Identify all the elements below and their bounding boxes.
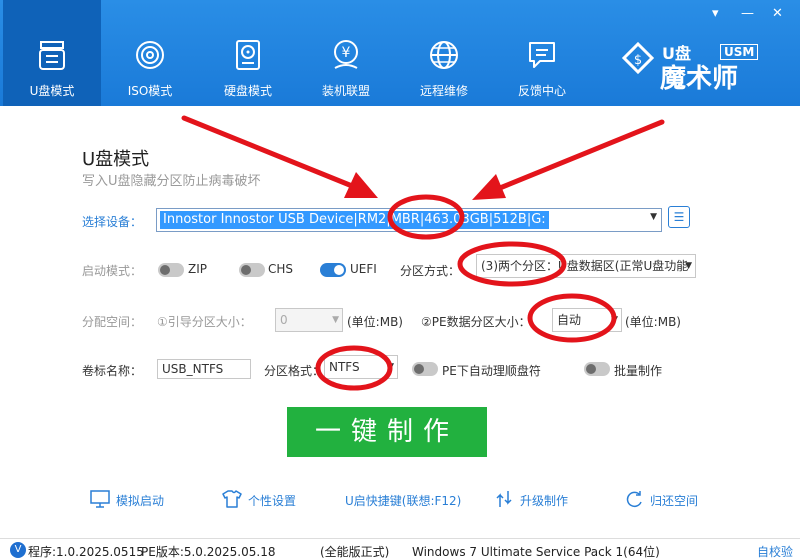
- restore-icon: [624, 489, 644, 512]
- device-label: 选择设备：: [82, 215, 143, 229]
- logo-main: 魔术师: [660, 64, 739, 94]
- close-button[interactable]: ✕: [772, 6, 783, 21]
- annotation-arrowhead-left: [344, 172, 378, 198]
- alloc-label: 分配空间：: [82, 315, 143, 329]
- self-verify-link[interactable]: 自校验: [757, 543, 793, 560]
- svg-text:$: $: [634, 53, 642, 68]
- tool-label: 归还空间: [650, 493, 699, 508]
- volume-label: 卷标名称：: [82, 364, 143, 378]
- device-value: Innostor Innostor USB Device|RM2|MBR|463…: [160, 211, 549, 229]
- header-bar: ▾ — ✕ U盘模式 ISO模式 硬盘模式 ¥ 装机联盟 远程维修 反馈中心 $…: [0, 0, 800, 106]
- nav-label: 远程维修: [419, 84, 468, 98]
- partition-method-value: (3)两个分区：U盘数据区(正常U盘功能: [481, 259, 689, 273]
- nav-label: U盘模式: [29, 84, 75, 98]
- nav-label: 硬盘模式: [223, 84, 272, 98]
- hard-disk-icon: [231, 38, 265, 72]
- one-click-make-button[interactable]: 一键制作: [287, 407, 487, 457]
- boot-mode-label: 启动模式：: [82, 264, 143, 278]
- boot-size-label: ①引导分区大小：: [157, 315, 252, 329]
- nav-label: ISO模式: [127, 84, 173, 98]
- pe-size-select[interactable]: 自动 ▼: [552, 308, 622, 332]
- globe-icon: [427, 38, 461, 72]
- device-select[interactable]: Innostor Innostor USB Device|RM2|MBR|463…: [156, 208, 662, 232]
- tool-label: 模拟启动: [116, 493, 165, 508]
- edition-label: (全能版正式): [320, 545, 390, 559]
- unit-label: (单位:MB): [625, 315, 681, 329]
- nav-label: 装机联盟: [321, 84, 370, 98]
- batch-toggle[interactable]: [584, 362, 610, 376]
- tool-boot-hotkey[interactable]: U启快捷键(联想:F12): [345, 488, 461, 512]
- tool-restore-space[interactable]: 归还空间: [624, 488, 698, 512]
- page-title: U盘模式: [82, 149, 150, 170]
- annotation-arrowhead-right: [472, 174, 506, 200]
- page-subtitle: 写入U盘隐藏分区防止病毒破坏: [82, 174, 261, 189]
- partition-method-label: 分区方式：: [400, 264, 461, 278]
- nav-remote[interactable]: 远程维修: [395, 0, 493, 106]
- list-icon: ☰: [673, 210, 685, 224]
- chat-icon: [525, 38, 559, 72]
- pe-version: PE版本:5.0.2025.05.18: [141, 545, 276, 559]
- tool-label: 升级制作: [520, 493, 569, 508]
- nav-union[interactable]: ¥ 装机联盟: [297, 0, 395, 106]
- nav-feedback[interactable]: 反馈中心: [493, 0, 591, 106]
- boot-size-value: 0: [280, 313, 288, 327]
- os-label: Windows 7 Ultimate Service Pack 1(64位): [412, 545, 660, 559]
- app-logo: $ U盘 USM 魔术师: [620, 40, 790, 94]
- tool-label: 个性设置: [248, 493, 297, 508]
- disc-icon: [133, 38, 167, 72]
- volume-input[interactable]: USB_NTFS: [157, 359, 251, 379]
- chs-toggle[interactable]: [239, 263, 265, 277]
- tool-label: U启快捷键(联想:F12): [345, 493, 462, 508]
- monitor-icon: [90, 489, 110, 511]
- chs-label: CHS: [268, 262, 294, 276]
- chevron-down-icon: ▼: [685, 261, 692, 271]
- minimize-button[interactable]: —: [741, 6, 754, 21]
- uefi-label: UEFI: [350, 262, 377, 276]
- status-bar: V 程序:1.0.2025.0515 PE版本:5.0.2025.05.18 (…: [0, 538, 800, 560]
- zip-label: ZIP: [188, 262, 207, 276]
- version-badge: V: [10, 542, 26, 558]
- chevron-down-icon: ▼: [611, 315, 618, 325]
- usb-drive-icon: [35, 38, 69, 72]
- pe-size-label: ②PE数据分区大小：: [421, 315, 531, 329]
- device-list-button[interactable]: ☰: [668, 206, 690, 228]
- tool-personalize[interactable]: 个性设置: [222, 488, 296, 512]
- shirt-icon: [222, 489, 242, 511]
- batch-label: 批量制作: [614, 364, 663, 378]
- format-value: NTFS: [329, 360, 360, 374]
- pe-auto-label: PE下自动理顺盘符: [442, 364, 541, 378]
- format-label: 分区格式：: [264, 364, 325, 378]
- pe-size-value: 自动: [557, 313, 582, 327]
- chevron-down-icon: ▼: [332, 315, 339, 325]
- pe-auto-toggle[interactable]: [412, 362, 438, 376]
- logo-mark-icon: $: [621, 42, 655, 75]
- upgrade-icon: [494, 489, 514, 512]
- tool-upgrade[interactable]: 升级制作: [494, 488, 568, 512]
- yen-icon: ¥: [329, 38, 363, 72]
- unit-label: (单位:MB): [347, 315, 403, 329]
- program-version: 程序:1.0.2025.0515: [28, 545, 144, 559]
- chevron-down-icon: ▼: [650, 212, 657, 222]
- boot-size-select[interactable]: 0 ▼: [275, 308, 343, 332]
- partition-method-select[interactable]: (3)两个分区：U盘数据区(正常U盘功能 ▼: [476, 254, 696, 278]
- zip-toggle[interactable]: [158, 263, 184, 277]
- nav-disk-mode[interactable]: 硬盘模式: [199, 0, 297, 106]
- format-select[interactable]: NTFS ▼: [324, 355, 398, 379]
- chevron-down-icon: ▼: [387, 362, 394, 372]
- uefi-toggle[interactable]: [320, 263, 346, 277]
- nav-usb-mode[interactable]: U盘模式: [3, 0, 101, 106]
- svg-text:¥: ¥: [342, 45, 351, 61]
- tool-simulate-boot[interactable]: 模拟启动: [90, 488, 164, 512]
- nav-iso-mode[interactable]: ISO模式: [101, 0, 199, 106]
- nav-label: 反馈中心: [517, 84, 566, 98]
- annotation-arrow-right: [487, 119, 665, 195]
- menu-dropdown-icon[interactable]: ▾: [712, 6, 719, 21]
